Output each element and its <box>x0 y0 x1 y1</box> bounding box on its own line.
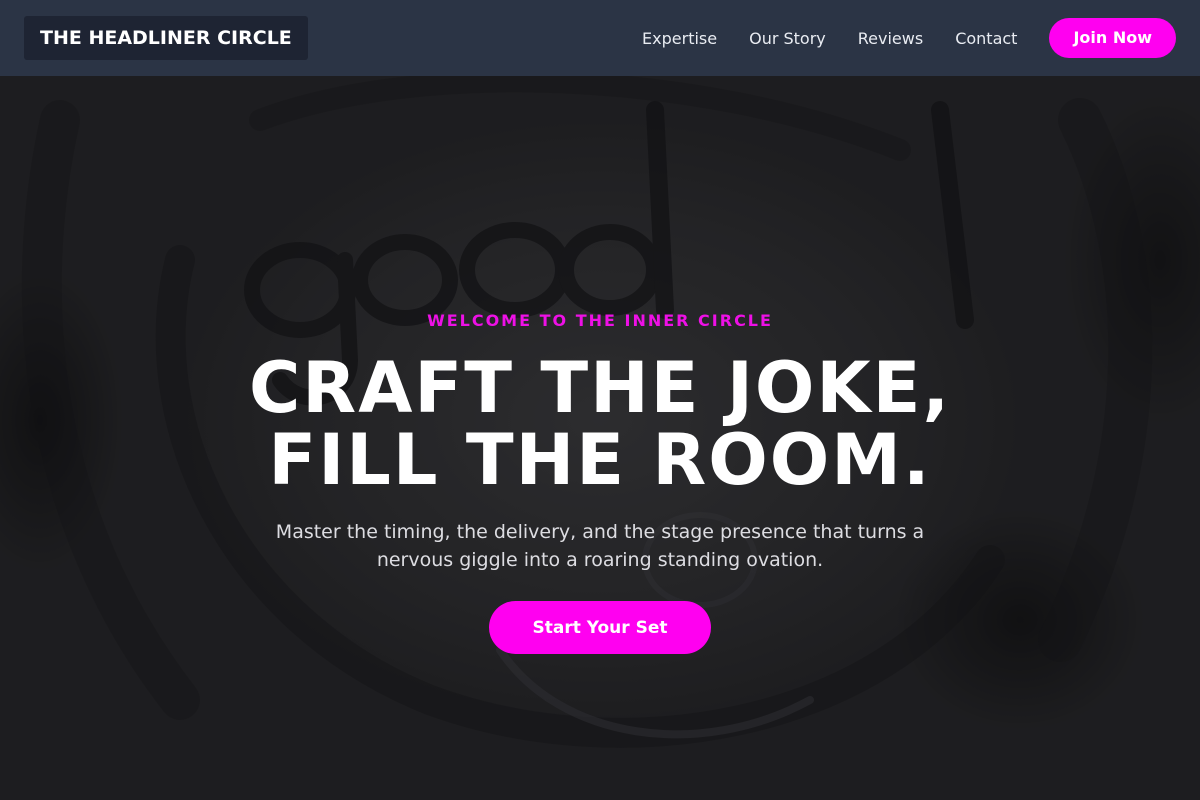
join-now-button[interactable]: Join Now <box>1049 18 1176 58</box>
hero-headline: CRAFT THE JOKE, FILL THE ROOM. <box>0 352 1200 496</box>
nav-link-expertise[interactable]: Expertise <box>642 29 717 48</box>
navbar: THE HEADLINER CIRCLE Expertise Our Story… <box>0 0 1200 76</box>
nav-link-our-story[interactable]: Our Story <box>749 29 826 48</box>
nav-link-reviews[interactable]: Reviews <box>858 29 923 48</box>
hero-eyebrow: WELCOME TO THE INNER CIRCLE <box>427 311 773 330</box>
headline-line-2: FILL THE ROOM. <box>268 419 932 501</box>
hero-content: WELCOME TO THE INNER CIRCLE CRAFT THE JO… <box>0 0 1200 800</box>
hero-subtext: Master the timing, the delivery, and the… <box>275 521 925 571</box>
headline-line-1: CRAFT THE JOKE, <box>248 347 952 429</box>
nav-link-contact[interactable]: Contact <box>955 29 1017 48</box>
nav-links: Expertise Our Story Reviews Contact Join… <box>642 0 1176 76</box>
brand-logo[interactable]: THE HEADLINER CIRCLE <box>24 16 308 60</box>
start-your-set-button[interactable]: Start Your Set <box>489 601 711 654</box>
